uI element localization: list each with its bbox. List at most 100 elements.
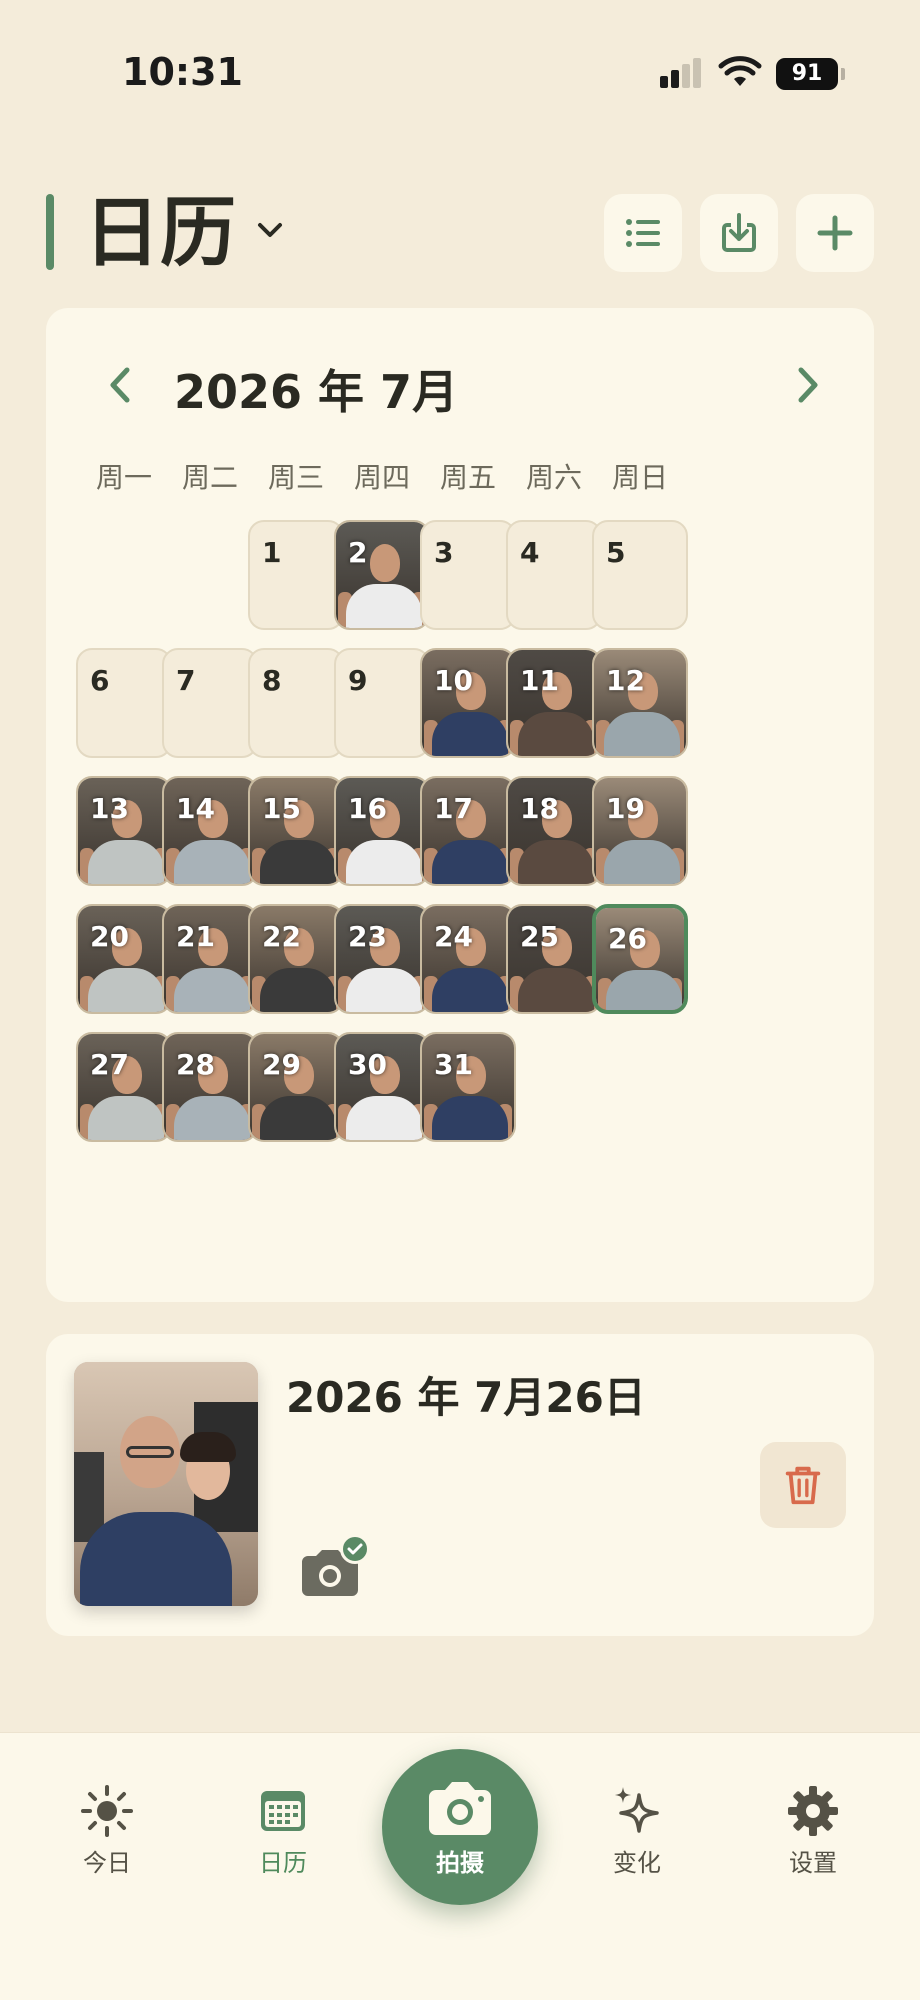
tab-today[interactable]: 今日	[42, 1783, 172, 1878]
day-number: 2	[348, 536, 368, 569]
day-number: 26	[608, 922, 647, 955]
tab-label: 拍摄	[436, 1849, 484, 1877]
calendar-day-12[interactable]: 12	[592, 648, 688, 758]
day-number: 23	[348, 920, 387, 953]
add-button[interactable]	[796, 194, 874, 272]
calendar-day-11[interactable]: 11	[506, 648, 602, 758]
day-number: 14	[176, 792, 215, 825]
calendar-day-15[interactable]: 15	[248, 776, 344, 886]
status-time: 10:31	[122, 50, 243, 94]
calendar-card: 2026 年 7月 周一 周二 周三 周四 周五 周六 周日 1 2 3 4 5 6 7 8 9 10 11 12…	[46, 308, 874, 1302]
calendar-day-7[interactable]: 7	[162, 648, 258, 758]
status-bar: 10:31 91	[0, 0, 920, 150]
day-detail-card: 2026 年 7月26日	[46, 1334, 874, 1636]
wifi-icon	[718, 56, 762, 86]
day-number: 28	[176, 1048, 215, 1081]
day-number: 1	[262, 536, 282, 569]
delete-button[interactable]	[760, 1442, 846, 1528]
calendar-day-18[interactable]: 18	[506, 776, 602, 886]
calendar-day-29[interactable]: 29	[248, 1032, 344, 1142]
gear-icon	[788, 1786, 838, 1836]
calendar-day-3[interactable]: 3	[420, 520, 516, 630]
day-number: 31	[434, 1048, 473, 1081]
tab-label: 设置	[789, 1849, 837, 1877]
calendar-day-14[interactable]: 14	[162, 776, 258, 886]
day-photo-thumbnail[interactable]	[74, 1362, 258, 1606]
calendar-day-31[interactable]: 31	[420, 1032, 516, 1142]
page-header: 日历	[0, 190, 920, 280]
day-number: 29	[262, 1048, 301, 1081]
day-number: 30	[348, 1048, 387, 1081]
download-icon	[722, 213, 756, 252]
page-title[interactable]: 日历	[84, 190, 236, 276]
day-number: 8	[262, 664, 282, 697]
sparkle-icon	[615, 1787, 659, 1833]
list-view-button[interactable]	[604, 194, 682, 272]
battery-indicator: 91	[776, 58, 845, 90]
calendar-icon	[261, 1791, 305, 1831]
day-number: 20	[90, 920, 129, 953]
day-number: 12	[606, 664, 645, 697]
day-number: 9	[348, 664, 368, 697]
day-number: 19	[606, 792, 645, 825]
calendar-day-20[interactable]: 20	[76, 904, 172, 1014]
day-number: 11	[520, 664, 559, 697]
tab-settings[interactable]: 设置	[748, 1783, 878, 1878]
trash-icon	[785, 1466, 821, 1505]
day-number: 3	[434, 536, 454, 569]
calendar-day-1[interactable]: 1	[248, 520, 344, 630]
title-accent-bar	[46, 194, 54, 270]
tab-label: 变化	[613, 1849, 661, 1877]
day-number: 6	[90, 664, 110, 697]
calendar-day-6[interactable]: 6	[76, 648, 172, 758]
day-number: 22	[262, 920, 301, 953]
day-number: 18	[520, 792, 559, 825]
calendar-day-4[interactable]: 4	[506, 520, 602, 630]
day-number: 13	[90, 792, 129, 825]
calendar-day-30[interactable]: 30	[334, 1032, 430, 1142]
day-number: 17	[434, 792, 473, 825]
day-number: 27	[90, 1048, 129, 1081]
calendar-day-10[interactable]: 10	[420, 648, 516, 758]
day-number: 25	[520, 920, 559, 953]
tab-bar: 今日 日历 拍摄 变化 设置	[0, 1732, 920, 2000]
calendar-day-23[interactable]: 23	[334, 904, 430, 1014]
calendar-day-28[interactable]: 28	[162, 1032, 258, 1142]
calendar-day-13[interactable]: 13	[76, 776, 172, 886]
calendar-day-16[interactable]: 16	[334, 776, 430, 886]
calendar-day-27[interactable]: 27	[76, 1032, 172, 1142]
calendar-day-9[interactable]: 9	[334, 648, 430, 758]
sun-icon	[81, 1785, 133, 1837]
day-number: 15	[262, 792, 301, 825]
calendar-day-22[interactable]: 22	[248, 904, 344, 1014]
tab-calendar[interactable]: 日历	[218, 1783, 348, 1878]
calendar-day-5[interactable]: 5	[592, 520, 688, 630]
calendar-day-17[interactable]: 17	[420, 776, 516, 886]
calendar-day-2[interactable]: 2	[334, 520, 430, 630]
camera-icon	[429, 1782, 491, 1835]
cellular-signal-icon	[660, 58, 704, 88]
day-number: 5	[606, 536, 626, 569]
calendar-day-19[interactable]: 19	[592, 776, 688, 886]
day-number: 24	[434, 920, 473, 953]
day-number: 16	[348, 792, 387, 825]
list-icon	[626, 219, 660, 247]
calendar-day-21[interactable]: 21	[162, 904, 258, 1014]
calendar-day-24[interactable]: 24	[420, 904, 516, 1014]
tab-label: 日历	[259, 1849, 307, 1877]
calendar-grid: 1 2 3 4 5 6 7 8 9 10 11 12 13 14 15 16 17 18 19 20 21 22 23 24 2…	[46, 308, 874, 1302]
day-number: 21	[176, 920, 215, 953]
checkmark-icon	[340, 1534, 370, 1564]
day-number: 7	[176, 664, 196, 697]
tab-changes[interactable]: 变化	[572, 1783, 702, 1878]
chevron-down-icon[interactable]	[252, 212, 288, 248]
plus-icon	[817, 215, 853, 251]
calendar-day-26[interactable]: 26	[592, 904, 688, 1014]
day-number: 4	[520, 536, 540, 569]
calendar-day-25[interactable]: 25	[506, 904, 602, 1014]
detail-date: 2026 年 7月26日	[286, 1373, 646, 1422]
calendar-day-8[interactable]: 8	[248, 648, 344, 758]
export-button[interactable]	[700, 194, 778, 272]
tab-shoot-button[interactable]: 拍摄	[382, 1749, 538, 1905]
day-number: 10	[434, 664, 473, 697]
